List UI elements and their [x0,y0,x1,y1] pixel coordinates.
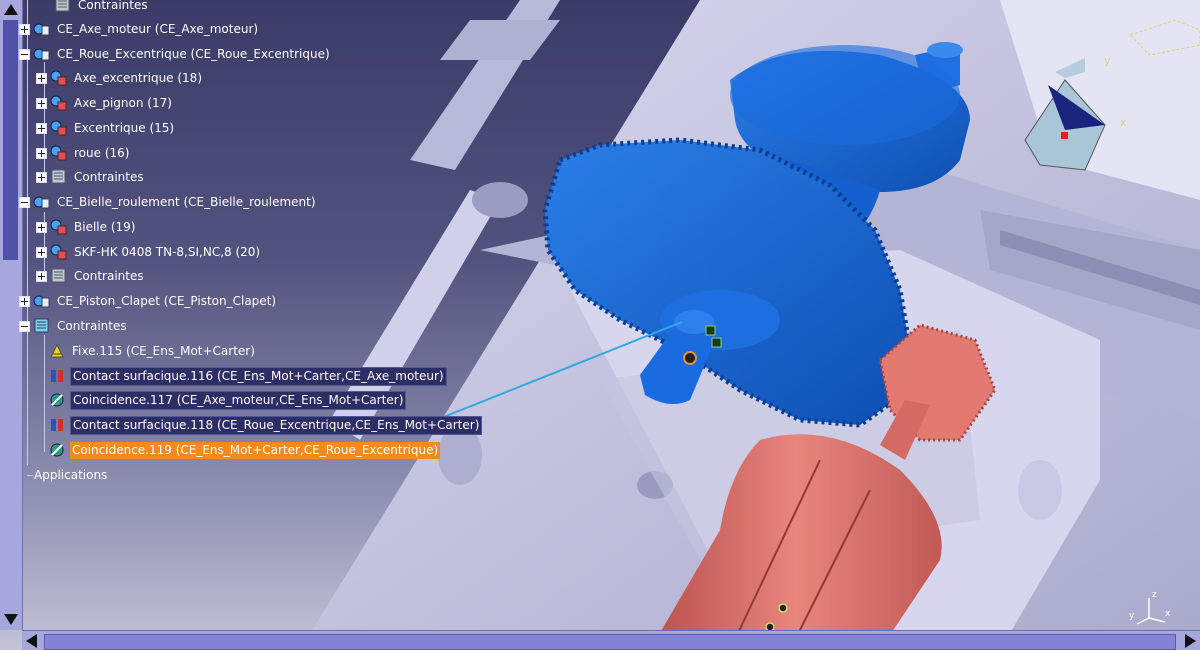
tree-node-label[interactable]: CE_Piston_Clapet (CE_Piston_Clapet) [55,293,278,310]
axis-z-label: z [1152,590,1157,600]
product-icon [33,23,50,36]
part-icon [50,219,67,235]
tree-node-excentrique[interactable]: Excentrique (15) [36,118,176,138]
axis-triad[interactable]: z y x [1125,588,1173,626]
specification-tree[interactable]: Contraintes CE_Axe_moteur (CE_Axe_moteur… [0,0,520,500]
part-icon [50,120,67,136]
svg-text:x: x [1120,116,1127,129]
scroll-right-arrow-icon[interactable] [1185,634,1196,648]
expand-toggle-icon[interactable] [36,246,47,258]
tree-node-contraintes[interactable]: Contraintes [40,0,150,15]
coincidence-constraint-icon [50,443,64,457]
tree-node-contraintes[interactable]: Contraintes [36,167,146,187]
tree-node-roue[interactable]: roue (16) [36,143,131,163]
tree-node-label[interactable]: CE_Axe_moteur (CE_Axe_moteur) [55,21,260,38]
tree-node-label[interactable]: Contact surfacique.116 (CE_Ens_Mot+Carte… [70,366,447,386]
tree-node-bielle[interactable]: Bielle (19) [36,217,137,237]
constraints-folder-icon [34,318,49,333]
axis-x-label: x [1165,609,1171,619]
axis-y-label: y [1129,611,1135,621]
tree-node-label[interactable]: Excentrique (15) [72,120,176,137]
expand-toggle-icon[interactable] [36,221,47,233]
expand-toggle-icon[interactable] [36,122,47,134]
product-icon [33,196,50,209]
collapse-toggle-icon[interactable] [19,320,30,332]
tree-node-label[interactable]: CE_Bielle_roulement (CE_Bielle_roulement… [55,194,318,211]
tree-node-ce-roue-excentrique[interactable]: CE_Roue_Excentrique (CE_Roue_Excentrique… [19,44,332,64]
tree-node-label[interactable]: Contraintes [72,268,146,285]
part-icon [50,145,67,161]
constraints-folder-icon [55,0,70,12]
tree-node-contraintes[interactable]: Contraintes [36,266,146,286]
contact-constraint-icon [51,370,63,382]
tree-node-ce-axe-moteur[interactable]: CE_Axe_moteur (CE_Axe_moteur) [19,19,260,39]
horizontal-scroll-thumb[interactable] [44,634,1176,650]
product-icon [33,48,50,61]
expand-toggle-icon[interactable] [19,23,30,35]
tree-node-label[interactable]: CE_Roue_Excentrique (CE_Roue_Excentrique… [55,46,332,63]
tree-node-label[interactable]: Contraintes [72,169,146,186]
viewport-horizontal-scrollbar[interactable] [22,630,1200,650]
expand-toggle-icon[interactable] [36,147,47,159]
tree-node-applications[interactable]: Applications [32,465,109,485]
tree-node-coincidence-117[interactable]: Coincidence.117 (CE_Axe_moteur,CE_Ens_Mo… [48,390,407,410]
part-icon [50,244,67,260]
tree-node-label[interactable]: roue (16) [72,145,131,162]
tree-node-axe-excentrique[interactable]: Axe_excentrique (18) [36,68,204,88]
expand-toggle-icon[interactable] [36,270,47,282]
tree-node-label[interactable]: Axe_pignon (17) [72,95,174,112]
tree-node-ce-bielle-roulement[interactable]: CE_Bielle_roulement (CE_Bielle_roulement… [19,192,318,212]
expand-toggle-icon[interactable] [19,295,30,307]
constraints-folder-icon [51,169,66,184]
tree-node-contact-116[interactable]: Contact surfacique.116 (CE_Ens_Mot+Carte… [48,366,447,386]
scroll-left-arrow-icon[interactable] [26,634,37,648]
constraints-folder-icon [51,268,66,283]
fix-constraint-icon [50,343,64,358]
collapse-toggle-icon[interactable] [19,196,30,208]
tree-node-label[interactable]: Bielle (19) [72,219,137,236]
tree-node-label[interactable]: SKF-HK 0408 TN-8,SI,NC,8 (20) [72,244,262,261]
tree-node-label[interactable]: Coincidence.117 (CE_Axe_moteur,CE_Ens_Mo… [70,390,407,410]
3d-viewport[interactable]: y x Contraintes CE_Axe_moteur (CE_Axe_mo… [0,0,1200,650]
product-icon [33,295,50,308]
part-icon [50,70,67,86]
coincidence-constraint-icon [50,393,64,407]
tree-node-coincidence-119[interactable]: Coincidence.119 (CE_Ens_Mot+Carter,CE_Ro… [48,440,441,460]
tree-node-label[interactable]: Contraintes [76,0,150,14]
tree-node-axe-pignon[interactable]: Axe_pignon (17) [36,93,174,113]
scroll-down-arrow-icon[interactable] [4,614,18,625]
expand-toggle-icon[interactable] [36,97,47,109]
tree-node-label[interactable]: Contraintes [55,318,129,335]
tree-node-label[interactable]: Applications [32,467,109,484]
expand-toggle-icon[interactable] [36,72,47,84]
tree-node-label[interactable]: Fixe.115 (CE_Ens_Mot+Carter) [70,343,257,360]
tree-connector [27,0,28,465]
expand-toggle-icon[interactable] [36,171,47,183]
tree-connector [44,335,45,452]
tree-node-label-selected[interactable]: Coincidence.119 (CE_Ens_Mot+Carter,CE_Ro… [70,441,441,459]
contact-constraint-icon [51,419,63,431]
tree-node-contraintes-root[interactable]: Contraintes [19,316,129,336]
tree-node-fixe-115[interactable]: Fixe.115 (CE_Ens_Mot+Carter) [48,341,257,361]
part-icon [50,95,67,111]
tree-node-ce-piston-clapet[interactable]: CE_Piston_Clapet (CE_Piston_Clapet) [19,291,278,311]
tree-node-skf-bearing[interactable]: SKF-HK 0408 TN-8,SI,NC,8 (20) [36,242,262,262]
collapse-toggle-icon[interactable] [19,48,30,60]
svg-text:y: y [1104,54,1111,67]
tree-node-label[interactable]: Contact surfacique.118 (CE_Roue_Excentri… [70,415,483,435]
tree-node-contact-118[interactable]: Contact surfacique.118 (CE_Roue_Excentri… [48,415,483,435]
tree-node-label[interactable]: Axe_excentrique (18) [72,70,204,87]
